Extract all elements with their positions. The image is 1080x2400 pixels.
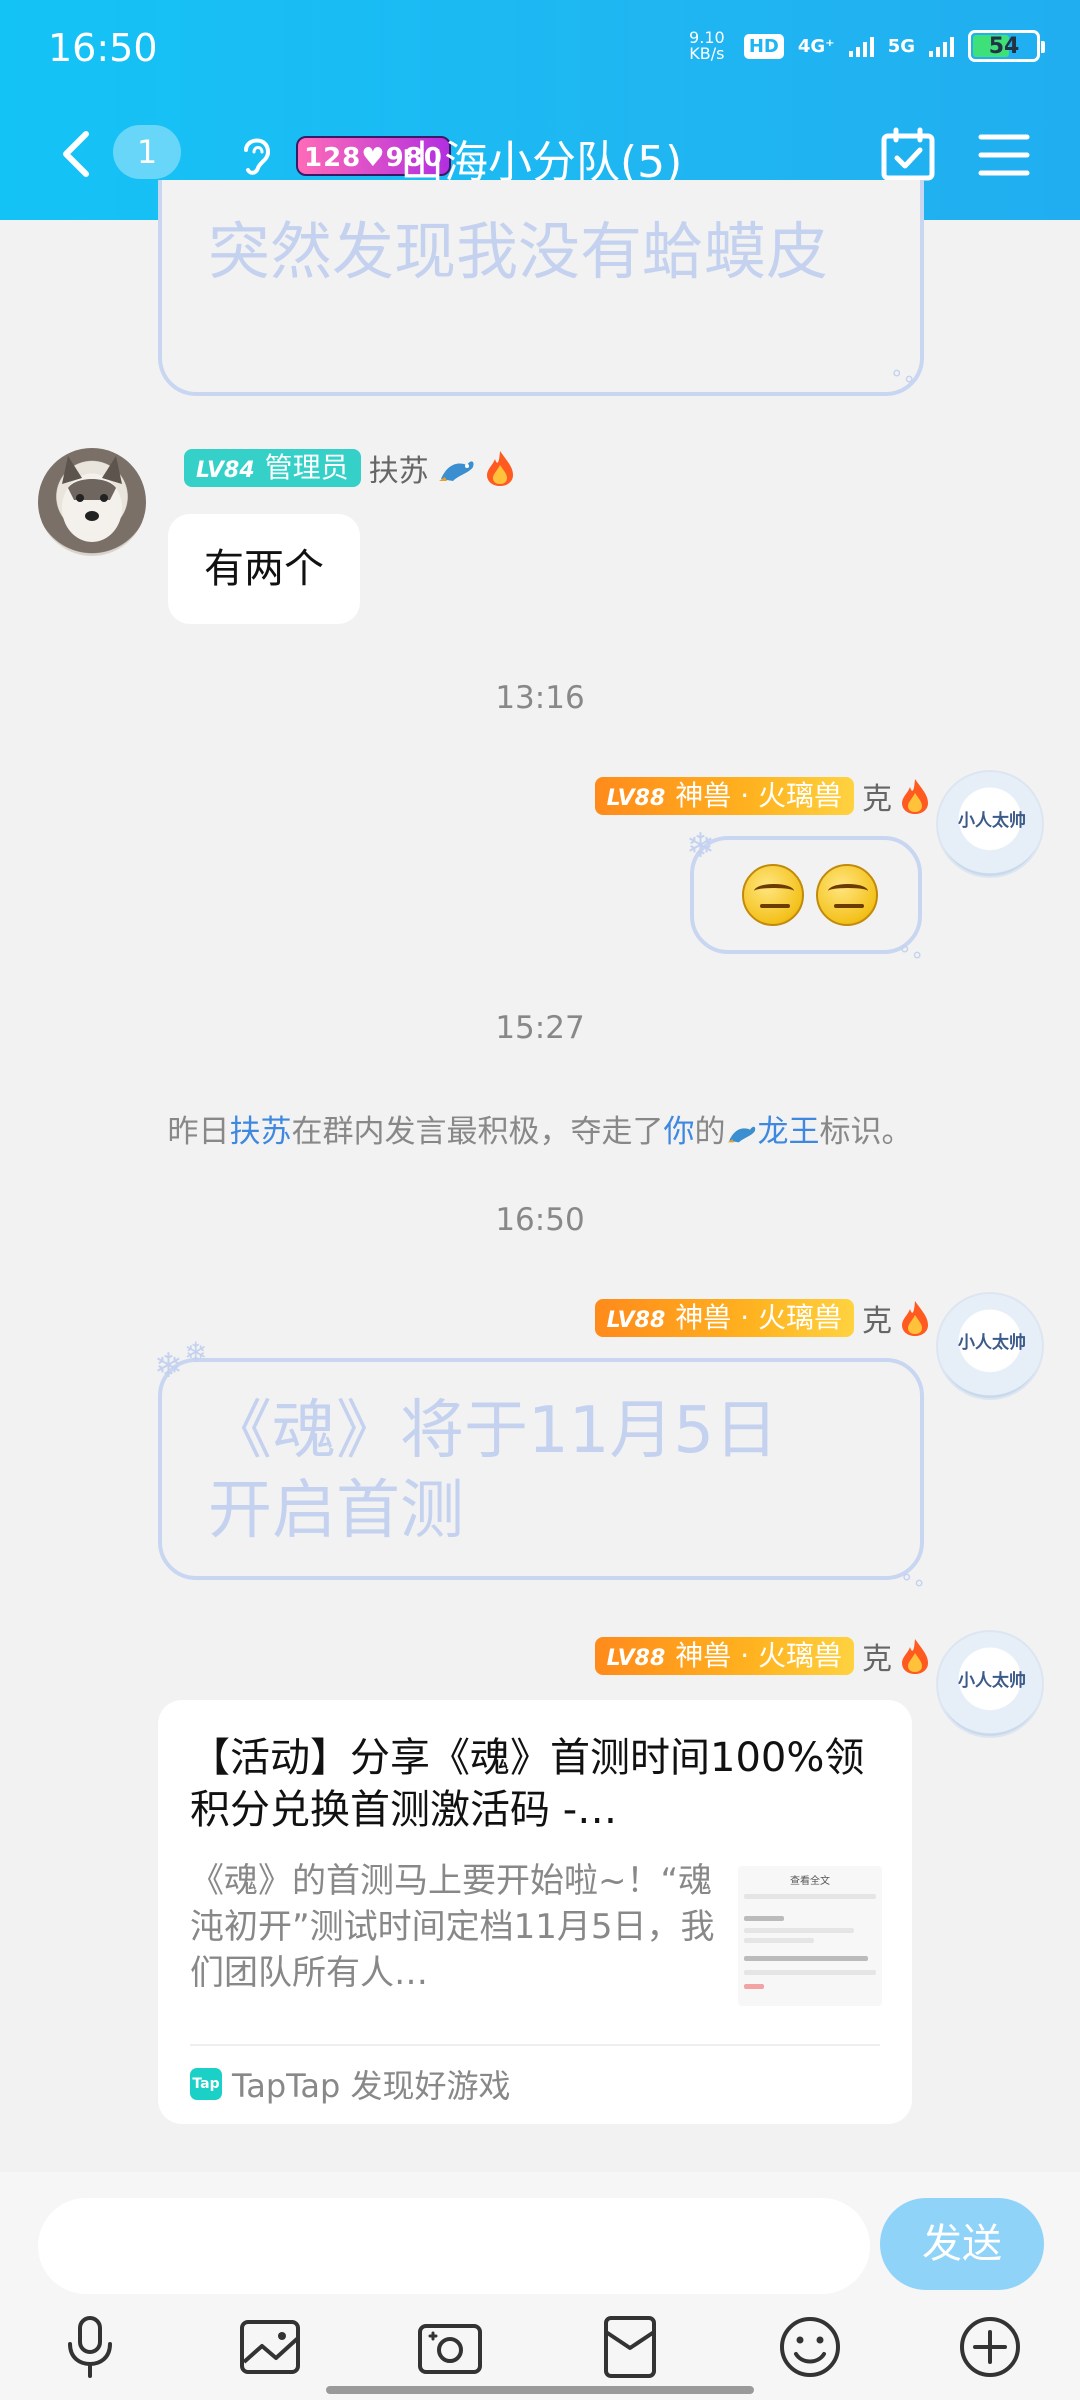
message-bubble-emoji[interactable]: ❄ °∘: [686, 826, 924, 968]
dragon-king-icon: [727, 1126, 755, 1143]
camera-icon[interactable]: [416, 2312, 484, 2382]
system-notice: 昨日扶苏在群内发言最积极，夺走了你的 龙王标识。: [167, 1114, 913, 1150]
flame-icon: [902, 1301, 928, 1336]
card-source: Tap TapTap 发现好游戏: [190, 2062, 511, 2106]
sender-name[interactable]: 克: [862, 774, 892, 818]
sender-row-fusu: LV84 管理员 扶苏: [184, 446, 515, 490]
battery-level: 54: [988, 33, 1020, 59]
net-speed: 9.10 KB/s: [689, 28, 725, 63]
card-description: 《魂》的首测马上要开始啦~！“魂沌初开”测试时间定档11月5日，我们团队所有人…: [190, 1861, 715, 1993]
message-text-line2: 开启首测: [208, 1474, 464, 1548]
avatar-ke[interactable]: 小人太帅: [936, 1292, 1044, 1400]
message-bubble-fusu[interactable]: 有两个: [168, 514, 360, 624]
sim2-label: 5G: [887, 35, 915, 57]
sender-row-ke: LV88 神兽 · 火璃兽 克: [594, 1296, 930, 1340]
menu-icon[interactable]: [978, 130, 1030, 180]
battery-icon: 54: [968, 30, 1045, 62]
red-packet-icon[interactable]: [596, 2312, 664, 2382]
level-badge: LV88 神兽 · 火璃兽: [594, 1299, 854, 1337]
message-text-line1: 《魂》将于11月5日: [208, 1394, 779, 1468]
link-share-card[interactable]: 【活动】分享《魂》首测时间100%领积分兑换首测激活码 -… 《魂》的首测马上要…: [158, 1700, 912, 2124]
taptap-logo-icon: Tap: [190, 2068, 222, 2100]
unread-count-badge[interactable]: 1: [113, 125, 181, 179]
sender-name[interactable]: 扶苏: [369, 446, 429, 490]
back-arrow-icon[interactable]: [52, 124, 102, 184]
sender-row-ke: LV88 神兽 · 火璃兽 克: [594, 1634, 930, 1678]
sender-row-ke: LV88 神兽 · 火璃兽 克: [594, 774, 930, 818]
title-link-dragon-king[interactable]: 龙王: [758, 1114, 820, 1150]
flame-icon: [486, 451, 513, 486]
calendar-check-icon[interactable]: [880, 126, 936, 182]
card-divider: [190, 2044, 880, 2046]
ear-icon[interactable]: [236, 130, 276, 180]
sender-name[interactable]: 克: [862, 1296, 892, 1340]
user-link-fusu[interactable]: 扶苏: [230, 1114, 292, 1150]
timestamp: 16:50: [495, 1202, 585, 1238]
avatar-ke[interactable]: 小人太帅: [936, 1630, 1044, 1738]
emoji-icon[interactable]: [776, 2312, 844, 2382]
level-badge: LV84 管理员: [184, 449, 361, 487]
message-bubble-partial[interactable]: 突然发现我没有蛤蟆皮 °∘: [158, 180, 924, 396]
avatar-fusu[interactable]: [38, 448, 146, 556]
input-toolbar: [0, 2312, 1080, 2392]
sender-name[interactable]: 克: [862, 1634, 892, 1678]
dragon-king-icon: [438, 461, 474, 481]
signal-bars-icon-2: [929, 35, 954, 57]
flame-icon: [902, 1639, 928, 1674]
smirk-emoji-icon: [816, 864, 878, 926]
timestamp: 13:16: [495, 680, 585, 716]
status-bar: 16:50 9.10 KB/s HD 4G⁺ 5G 54: [0, 0, 1080, 100]
input-area: 发送: [0, 2172, 1080, 2400]
message-input[interactable]: [38, 2198, 870, 2294]
card-thumbnail: 查看全文: [738, 1866, 882, 2006]
send-button[interactable]: 发送: [880, 2198, 1044, 2290]
flame-icon: [902, 779, 928, 814]
status-icons: 9.10 KB/s HD 4G⁺ 5G 54: [684, 28, 1045, 63]
sim1-label: 4G⁺: [797, 35, 835, 57]
image-icon[interactable]: [236, 2312, 304, 2382]
plus-icon[interactable]: [956, 2312, 1024, 2382]
status-time: 16:50: [48, 26, 158, 70]
microphone-icon[interactable]: [56, 2312, 124, 2382]
timestamp: 15:27: [495, 1010, 585, 1046]
signal-bars-icon: [848, 35, 874, 57]
hd-icon: HD: [743, 33, 784, 59]
message-text: 突然发现我没有蛤蟆皮: [208, 215, 829, 288]
card-title: 【活动】分享《魂》首测时间100%领积分兑换首测激活码 -…: [190, 1735, 865, 1833]
avatar-ke[interactable]: 小人太帅: [936, 770, 1044, 878]
level-badge: LV88 神兽 · 火璃兽: [594, 1637, 854, 1675]
user-link-you[interactable]: 你: [664, 1114, 695, 1150]
smirk-emoji-icon: [742, 864, 804, 926]
home-indicator[interactable]: [326, 2386, 754, 2394]
message-bubble-announcement[interactable]: ❄ ❄ 《魂》将于11月5日 开启首测 °∘: [154, 1336, 926, 1596]
level-badge: LV88 神兽 · 火璃兽: [594, 777, 854, 815]
